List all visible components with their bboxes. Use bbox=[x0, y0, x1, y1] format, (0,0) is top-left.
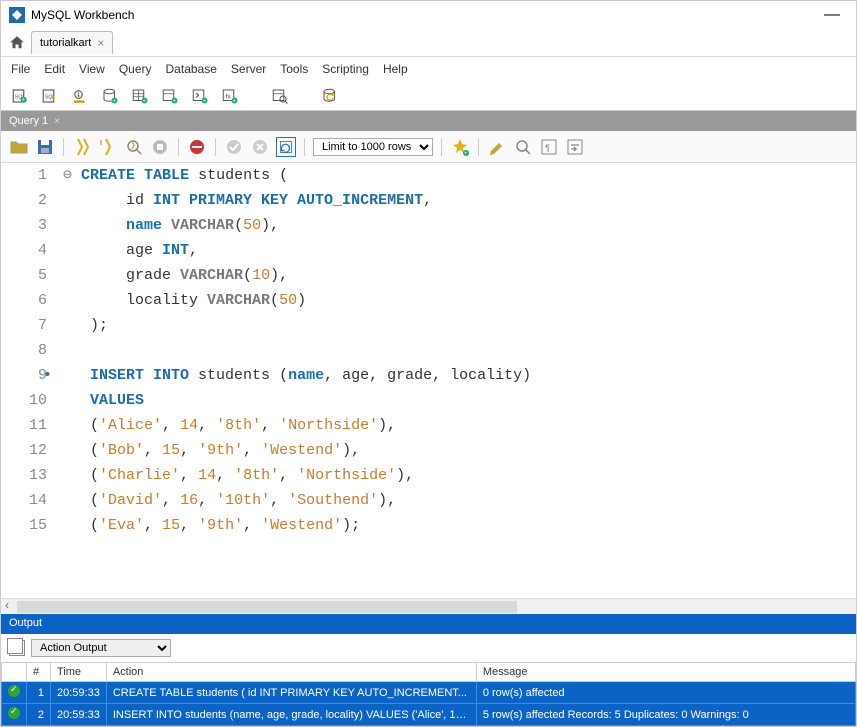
output-column-header[interactable]: Action bbox=[106, 663, 476, 682]
output-row[interactable]: 220:59:33INSERT INTO students (name, age… bbox=[2, 704, 856, 726]
editor-gutter: 123456789101112131415 bbox=[1, 163, 59, 598]
row-message: 5 row(s) affected Records: 5 Duplicates:… bbox=[476, 704, 855, 726]
query-tabstrip: Query 1 × bbox=[1, 111, 856, 131]
svg-text:fx: fx bbox=[226, 93, 232, 100]
svg-text:¶: ¶ bbox=[545, 143, 550, 153]
menu-item-database[interactable]: Database bbox=[166, 62, 217, 76]
execute-icon[interactable] bbox=[72, 137, 92, 157]
save-icon[interactable] bbox=[35, 137, 55, 157]
connection-tab[interactable]: tutorialkart × bbox=[31, 31, 113, 54]
brush-icon[interactable] bbox=[487, 137, 507, 157]
status-icon bbox=[2, 682, 27, 704]
autocommit-toggle-icon[interactable] bbox=[276, 137, 296, 157]
sql-editor[interactable]: 123456789101112131415 ⊖ CREATE TABLE stu… bbox=[1, 163, 856, 598]
connection-tabstrip: tutorialkart × bbox=[1, 29, 856, 57]
open-sql-file-icon[interactable]: SQL bbox=[39, 85, 61, 107]
output-column-header[interactable]: Time bbox=[51, 663, 107, 682]
minimize-button[interactable]: — bbox=[816, 6, 848, 24]
row-index: 1 bbox=[27, 682, 51, 704]
menu-item-query[interactable]: Query bbox=[119, 62, 152, 76]
editor-code[interactable]: ⊖ CREATE TABLE students ( id INT PRIMARY… bbox=[59, 163, 856, 598]
row-time: 20:59:33 bbox=[51, 704, 107, 726]
editor-toolbar: I Limit to 1000 rows + ¶ bbox=[1, 131, 856, 163]
output-column-header[interactable]: Message bbox=[476, 663, 855, 682]
svg-text:+: + bbox=[143, 98, 146, 104]
output-column-header[interactable]: # bbox=[27, 663, 51, 682]
menu-item-edit[interactable]: Edit bbox=[44, 62, 65, 76]
menu-item-view[interactable]: View bbox=[79, 62, 105, 76]
close-icon[interactable]: × bbox=[54, 116, 60, 127]
svg-text:+: + bbox=[113, 98, 116, 104]
rollback-icon[interactable] bbox=[250, 137, 270, 157]
svg-text:+: + bbox=[233, 98, 236, 104]
row-index: 2 bbox=[27, 704, 51, 726]
search-table-icon[interactable] bbox=[269, 85, 291, 107]
window-titlebar: MySQL Workbench — bbox=[1, 1, 856, 29]
row-action: INSERT INTO students (name, age, grade, … bbox=[106, 704, 476, 726]
function-create-icon[interactable]: fx+ bbox=[219, 85, 241, 107]
stop-icon[interactable] bbox=[150, 137, 170, 157]
find-icon[interactable] bbox=[513, 137, 533, 157]
output-mode-select[interactable]: Action Output bbox=[31, 639, 171, 657]
menu-item-tools[interactable]: Tools bbox=[280, 62, 308, 76]
db-create-icon[interactable]: + bbox=[99, 85, 121, 107]
svg-text:+: + bbox=[464, 151, 468, 157]
open-file-icon[interactable] bbox=[9, 137, 29, 157]
horizontal-scrollbar[interactable] bbox=[1, 598, 856, 614]
execute-current-icon[interactable]: I bbox=[98, 137, 118, 157]
commit-icon[interactable] bbox=[224, 137, 244, 157]
wrap-icon[interactable] bbox=[565, 137, 585, 157]
menu-item-file[interactable]: File bbox=[11, 62, 30, 76]
app-icon bbox=[9, 7, 25, 23]
menu-item-server[interactable]: Server bbox=[231, 62, 266, 76]
connection-tab-label: tutorialkart bbox=[40, 37, 91, 49]
output-column-header[interactable] bbox=[2, 663, 27, 682]
row-limit-select[interactable]: Limit to 1000 rows bbox=[313, 138, 433, 156]
no-limit-icon[interactable] bbox=[187, 137, 207, 157]
main-toolbar: SQL+ SQL + + + + fx+ bbox=[1, 81, 856, 111]
output-table: #TimeActionMessage 120:59:33CREATE TABLE… bbox=[1, 662, 856, 726]
home-icon[interactable] bbox=[5, 31, 29, 55]
explain-icon[interactable] bbox=[124, 137, 144, 157]
svg-text:I: I bbox=[100, 140, 102, 147]
query-tab-label: Query 1 bbox=[9, 115, 48, 127]
view-create-icon[interactable]: + bbox=[159, 85, 181, 107]
menu-item-scripting[interactable]: Scripting bbox=[322, 62, 369, 76]
beautify-icon[interactable]: + bbox=[450, 137, 470, 157]
close-icon[interactable]: × bbox=[97, 36, 104, 50]
svg-text:+: + bbox=[22, 97, 25, 103]
status-icon bbox=[2, 704, 27, 726]
reconnect-icon[interactable] bbox=[319, 85, 341, 107]
output-controls: Action Output bbox=[1, 634, 856, 662]
output-panel-header: Output bbox=[1, 614, 856, 634]
new-sql-tab-icon[interactable]: SQL+ bbox=[9, 85, 31, 107]
toggle-invisible-icon[interactable]: ¶ bbox=[539, 137, 559, 157]
window-title: MySQL Workbench bbox=[31, 8, 134, 22]
table-create-icon[interactable]: + bbox=[129, 85, 151, 107]
query-tab[interactable]: Query 1 × bbox=[1, 113, 68, 129]
svg-text:+: + bbox=[173, 98, 176, 104]
procedure-create-icon[interactable]: + bbox=[189, 85, 211, 107]
menubar: File Edit View Query Database Server Tools Scri… bbox=[1, 57, 856, 81]
row-action: CREATE TABLE students ( id INT PRIMARY K… bbox=[106, 682, 476, 704]
menu-item-help[interactable]: Help bbox=[383, 62, 408, 76]
inspector-icon[interactable] bbox=[69, 85, 91, 107]
row-message: 0 row(s) affected bbox=[476, 682, 855, 704]
row-time: 20:59:33 bbox=[51, 682, 107, 704]
output-row[interactable]: 120:59:33CREATE TABLE students ( id INT … bbox=[2, 682, 856, 704]
svg-text:+: + bbox=[203, 98, 206, 104]
output-copy-icon[interactable] bbox=[9, 640, 25, 656]
